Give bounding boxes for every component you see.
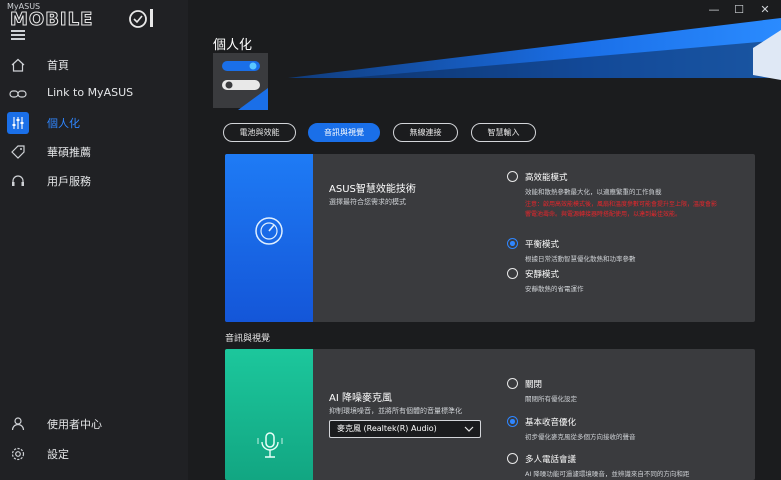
sidebar-item-settings[interactable]: 設定 [0, 439, 188, 467]
sidebar-item-user-center[interactable]: 使用者中心 [0, 409, 188, 437]
sidebar-item-label: 華碩推薦 [47, 146, 91, 159]
radio-button[interactable] [507, 378, 518, 389]
headset-icon [7, 170, 29, 192]
user-icon [7, 413, 29, 435]
sidebar-item-label: 使用者中心 [47, 418, 102, 431]
sidebar-item-label: 用戶服務 [47, 175, 91, 188]
option-warning: 注意：啟用高效能模式後，風扇和溫度參數可能會提升至上限，溫度會影響電池壽命。與電… [525, 201, 718, 218]
performance-desc: 選擇最符合您需求的模式 [329, 198, 406, 206]
sidebar-item-label: 設定 [47, 448, 69, 461]
chevron-down-icon [464, 426, 474, 432]
close-button[interactable]: ✕ [751, 1, 779, 19]
sidebar-item-personalization[interactable]: 個人化 [0, 108, 188, 136]
link-icon [7, 83, 29, 105]
sidebar-item-label: 個人化 [47, 117, 80, 130]
option-title: 基本收音優化 [525, 418, 577, 428]
page-title: 個人化 [213, 38, 253, 53]
performance-title: ASUS智慧效能技術 [329, 184, 416, 195]
radio-button[interactable] [507, 453, 518, 464]
radio-button[interactable] [507, 416, 518, 427]
option-desc: 初步優化麥克風從多個方向接收的聲音 [525, 433, 636, 441]
home-icon [7, 54, 29, 76]
sidebar-item-recommendations[interactable]: 華碩推薦 [0, 137, 188, 165]
option-title: 高效能模式 [525, 173, 568, 183]
ai-mic-title: AI 降噪麥克風 [329, 393, 392, 404]
tag-icon [7, 141, 29, 163]
option-title: 平衡模式 [525, 240, 560, 250]
sidebar: MOBILE 首頁 Link to MyASUS 個人化 華碩推薦 用戶服務 使… [0, 0, 188, 480]
ai-mic-card: AI 降噪麥克風 抑制環境噪音，並將所有個體的音量標準化 麥克風 (Realte… [225, 349, 755, 480]
performance-card-banner [225, 154, 313, 322]
microphone-select[interactable]: 麥克風 (Realtek(R) Audio) [329, 420, 481, 438]
title-bar: MyASUS — ☐ ✕ [0, 0, 781, 20]
main-content: 個人化 電池與效能 音訊與視覺 無線連接 智慧輸入 ASUS智慧效能技術 選擇最… [188, 0, 781, 480]
sidebar-item-label: 首頁 [47, 59, 69, 72]
gear-icon [7, 443, 29, 465]
maximize-button[interactable]: ☐ [725, 1, 753, 19]
option-desc: 效能和散熱參數最大化，以適應繁重的工作負載 [525, 188, 662, 196]
sidebar-item-home[interactable]: 首頁 [0, 50, 188, 78]
tab-wireless[interactable]: 無線連接 [393, 123, 458, 142]
microphone-icon [257, 432, 283, 458]
tab-battery-performance[interactable]: 電池與效能 [223, 123, 296, 142]
option-desc: 根據日常活動智慧優化散熱和功率參數 [525, 255, 636, 263]
radio-button[interactable] [507, 238, 518, 249]
tab-smart-input[interactable]: 智慧輸入 [471, 123, 536, 142]
sidebar-item-link-to-myasus[interactable]: Link to MyASUS [0, 79, 188, 107]
sidebar-item-customer-service[interactable]: 用戶服務 [0, 166, 188, 194]
option-title: 多人電話會議 [525, 455, 577, 465]
ai-mic-card-banner [225, 349, 313, 480]
select-value: 麥克風 (Realtek(R) Audio) [337, 424, 437, 433]
section-label-audio-visual: 音訊與視覺 [225, 334, 271, 344]
sidebar-item-label: Link to MyASUS [47, 86, 134, 99]
speedometer-icon [255, 217, 283, 245]
performance-card: ASUS智慧效能技術 選擇最符合您需求的模式 高效能模式 效能和散熱參數最大化，… [225, 154, 755, 322]
option-title: 關閉 [525, 380, 543, 390]
app-title: MyASUS [7, 2, 41, 11]
option-desc: AI 降噪功能可過濾環境噪音，並辨識來自不同的方向和距 [525, 470, 690, 478]
option-desc: 安靜散熱的省電運作 [525, 285, 584, 293]
tab-audio-visual[interactable]: 音訊與視覺 [308, 123, 380, 142]
option-title: 安靜模式 [525, 270, 560, 280]
hamburger-menu-icon[interactable] [11, 30, 25, 40]
option-desc: 關閉所有優化設定 [525, 395, 577, 403]
radio-button[interactable] [507, 268, 518, 279]
sliders-icon [7, 112, 29, 134]
minimize-button[interactable]: — [700, 1, 728, 19]
ai-mic-desc: 抑制環境噪音，並將所有個體的音量標準化 [329, 407, 462, 415]
radio-button[interactable] [507, 171, 518, 182]
